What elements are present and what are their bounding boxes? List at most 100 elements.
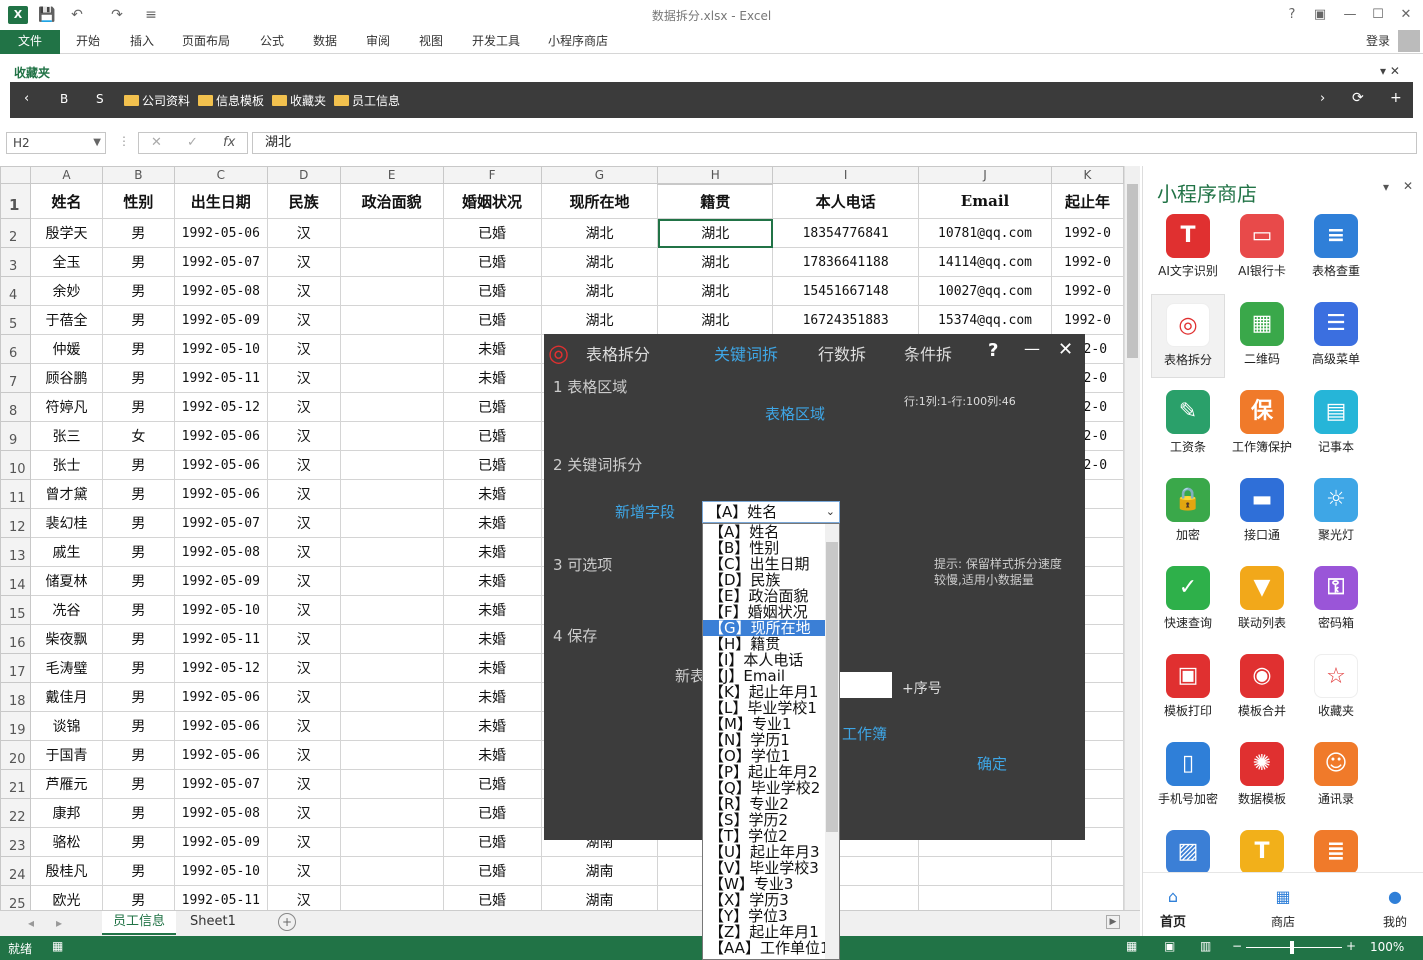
- col-header[interactable]: H: [657, 166, 774, 185]
- cell[interactable]: [339, 595, 444, 625]
- name-input[interactable]: [838, 672, 892, 698]
- cell[interactable]: 已婚: [442, 276, 542, 306]
- cell[interactable]: 汉: [266, 856, 341, 886]
- tab-file[interactable]: 文件: [0, 30, 60, 54]
- cell[interactable]: 男: [101, 653, 175, 683]
- cell[interactable]: [339, 537, 444, 567]
- row-header[interactable]: 21: [0, 769, 31, 799]
- cell[interactable]: 汉: [266, 247, 341, 277]
- option-item[interactable]: 【Q】毕业学校2: [703, 780, 825, 796]
- option-item[interactable]: 【G】现所在地: [703, 620, 825, 636]
- add-icon[interactable]: +: [1390, 90, 1402, 106]
- tab-condition-split[interactable]: 条件拆: [904, 341, 952, 365]
- row-header[interactable]: 20: [0, 740, 31, 770]
- cell[interactable]: 1992-05-09: [173, 305, 268, 335]
- cell[interactable]: 未婚: [442, 363, 542, 393]
- cell[interactable]: 17836641188: [772, 247, 920, 277]
- cell[interactable]: 裴幻桂: [29, 508, 103, 538]
- cell[interactable]: 未婚: [442, 682, 542, 712]
- cell[interactable]: [918, 856, 1052, 886]
- option-item[interactable]: 【Y】学位3: [703, 908, 825, 924]
- app-tile[interactable]: ▣ 模板打印: [1151, 646, 1225, 730]
- cell[interactable]: 汉: [266, 508, 341, 538]
- app-tile[interactable]: ▬ 接口通: [1225, 470, 1299, 554]
- cell[interactable]: 1992-05-11: [173, 885, 268, 910]
- cell[interactable]: [1050, 885, 1124, 910]
- row-header[interactable]: 17: [0, 653, 31, 683]
- formula-input[interactable]: 湖北: [252, 132, 1417, 154]
- row-header[interactable]: 18: [0, 682, 31, 712]
- cell[interactable]: 曾才黛: [29, 479, 103, 509]
- sheet-tab-staff[interactable]: 员工信息: [102, 911, 176, 935]
- cell[interactable]: 已婚: [442, 450, 542, 480]
- option-item[interactable]: 【U】起止年月3: [703, 844, 825, 860]
- tab-miniapp-store[interactable]: 小程序商店: [548, 30, 608, 54]
- cell[interactable]: [339, 769, 444, 799]
- row-header[interactable]: 4: [0, 276, 31, 306]
- app-tile[interactable]: T AI文字识别: [1151, 206, 1225, 290]
- cell[interactable]: 1992-05-06: [173, 479, 268, 509]
- cell[interactable]: 男: [101, 682, 175, 712]
- page-layout-icon[interactable]: ▣: [1164, 939, 1175, 953]
- app-tile[interactable]: ▤ 记事本: [1299, 382, 1373, 466]
- fav-back-icon[interactable]: ‹: [24, 91, 29, 106]
- app-tile[interactable]: 保工作簿保护: [1225, 382, 1299, 466]
- cell[interactable]: 殷桂凡: [29, 856, 103, 886]
- option-item[interactable]: 【I】本人电话: [703, 652, 825, 668]
- cell[interactable]: 未婚: [442, 566, 542, 596]
- row-header[interactable]: 10: [0, 450, 31, 480]
- cell[interactable]: 女: [101, 421, 175, 451]
- row-header[interactable]: 3: [0, 247, 31, 277]
- cell[interactable]: [339, 653, 444, 683]
- option-item[interactable]: 【V】毕业学校3: [703, 860, 825, 876]
- cell[interactable]: 于蓓全: [29, 305, 103, 335]
- row-header[interactable]: 16: [0, 624, 31, 654]
- row-header[interactable]: 15: [0, 595, 31, 625]
- fav-item-company[interactable]: 公司资料: [124, 92, 190, 109]
- tab-view[interactable]: 视图: [419, 30, 443, 54]
- header-cell[interactable]: 性别: [101, 183, 175, 219]
- fav-forward-icon[interactable]: ›: [1320, 91, 1325, 106]
- cell[interactable]: 汉: [266, 624, 341, 654]
- cell[interactable]: 康邦: [29, 798, 103, 828]
- cell[interactable]: 1992-05-08: [173, 537, 268, 567]
- row-header[interactable]: 23: [0, 827, 31, 857]
- refresh-icon[interactable]: ⟳: [1352, 90, 1364, 106]
- cell[interactable]: 男: [101, 218, 175, 248]
- fav-item-favorites[interactable]: 收藏夹: [272, 92, 326, 109]
- cell[interactable]: 余妙: [29, 276, 103, 306]
- option-item[interactable]: 【J】Email: [703, 668, 825, 684]
- cell[interactable]: 男: [101, 392, 175, 422]
- list-scroll-thumb[interactable]: [826, 542, 838, 832]
- cell[interactable]: 未婚: [442, 711, 542, 741]
- option-item[interactable]: 【E】政治面貌: [703, 588, 825, 604]
- header-cell[interactable]: 起止年: [1050, 183, 1124, 219]
- cell[interactable]: 汉: [266, 276, 341, 306]
- workbook-option[interactable]: 工作簿: [842, 723, 887, 744]
- cell[interactable]: 1992-05-12: [173, 392, 268, 422]
- dialog-close-icon[interactable]: ✕: [1058, 339, 1073, 360]
- cell[interactable]: [339, 682, 444, 712]
- list-scrollbar[interactable]: [825, 524, 839, 959]
- cell[interactable]: 男: [101, 711, 175, 741]
- page-break-icon[interactable]: ▥: [1200, 939, 1211, 953]
- cell[interactable]: 湖北: [540, 247, 659, 277]
- add-field-button[interactable]: 新增字段: [615, 501, 675, 522]
- cell[interactable]: 1992-05-06: [173, 682, 268, 712]
- zoom-slider[interactable]: [1246, 947, 1342, 948]
- zoom-level[interactable]: 100%: [1370, 940, 1404, 954]
- option-item[interactable]: 【D】民族: [703, 572, 825, 588]
- header-cell[interactable]: Email: [918, 183, 1052, 219]
- option-item[interactable]: 【M】专业1: [703, 716, 825, 732]
- cell[interactable]: [339, 508, 444, 538]
- cell[interactable]: 男: [101, 827, 175, 857]
- option-item[interactable]: 【H】籍贯: [703, 636, 825, 652]
- dialog-help-icon[interactable]: ?: [988, 340, 998, 361]
- next-sheet-icon[interactable]: ▸: [56, 916, 62, 930]
- cell[interactable]: [339, 711, 444, 741]
- cell[interactable]: 已婚: [442, 885, 542, 910]
- row-header[interactable]: 25: [0, 885, 31, 910]
- row-header[interactable]: 7: [0, 363, 31, 393]
- option-item[interactable]: 【Z】起止年月1: [703, 924, 825, 940]
- option-item[interactable]: 【F】婚姻状况: [703, 604, 825, 620]
